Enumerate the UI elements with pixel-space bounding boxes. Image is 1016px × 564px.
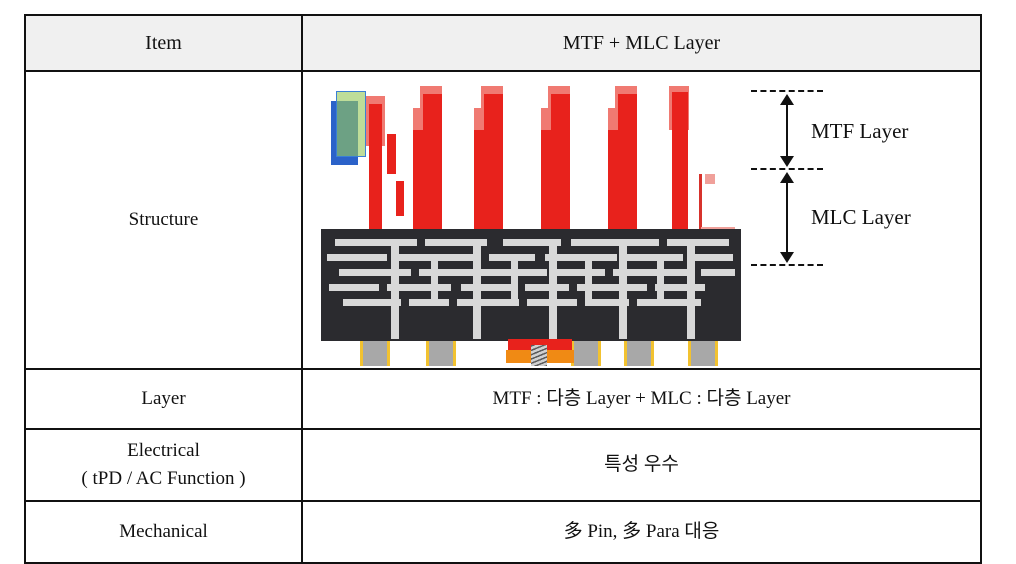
table-row-electrical: Electrical ( tPD / AC Function ) 특성 우수: [24, 428, 982, 502]
table-header-row: Item MTF + MLC Layer: [24, 14, 982, 72]
mtf-mlc-cross-section-diagram: MTF Layer MLC Layer: [303, 74, 982, 366]
highlighted-component-selection-box: [336, 91, 366, 157]
table-row-layer: Layer MTF : 다층 Layer + MLC : 다층 Layer: [24, 368, 982, 430]
structure-diagram-cell: MTF Layer MLC Layer: [301, 70, 982, 370]
mlc-arrow-head-down: [780, 252, 794, 263]
page-root: Item MTF + MLC Layer Structure MTF Layer…: [0, 0, 1016, 564]
mtf-pillar-3: [484, 94, 503, 234]
mtf-layer-label: MTF Layer: [809, 116, 911, 147]
header-cell-value: MTF + MLC Layer: [301, 14, 982, 72]
dim-dash-bottom: [751, 264, 823, 266]
row-value-electrical: 특성 우수: [301, 428, 982, 502]
row-label-layer: Layer: [24, 368, 303, 430]
row-label-structure: Structure: [24, 70, 303, 370]
mlc-dim-line: [786, 180, 788, 256]
spec-table: Item MTF + MLC Layer Structure MTF Layer…: [24, 14, 982, 564]
mtf-pillar-4b: [541, 130, 553, 234]
mtf-dim-line: [786, 102, 788, 160]
header-cell-item: Item: [24, 14, 303, 72]
table-row-mechanical: Mechanical 多 Pin, 多 Para 대응: [24, 500, 982, 564]
mtf-pillar-5: [618, 94, 637, 234]
mlc-layer-label: MLC Layer: [809, 202, 913, 233]
mtf-pillar-2: [423, 94, 442, 234]
mtf-pillar-4: [551, 94, 570, 234]
mtf-accent-top: [705, 174, 715, 184]
contact-pin-3: [571, 341, 601, 366]
mtf-pillar-2b: [413, 130, 425, 234]
contact-pin-4: [624, 341, 654, 366]
row-label-electrical-line2: ( tPD / AC Function ): [81, 468, 246, 489]
mtf-arrow-head-down: [780, 156, 794, 167]
mtf-pillar-5b: [608, 130, 620, 234]
mtf-pillar-stub-1: [387, 134, 396, 174]
row-value-layer: MTF : 다층 Layer + MLC : 다층 Layer: [301, 368, 982, 430]
contact-pin-2: [426, 341, 456, 366]
row-value-mechanical: 多 Pin, 多 Para 대응: [301, 500, 982, 564]
pogo-pin-spring: [531, 345, 547, 366]
row-label-electrical-line1: Electrical: [127, 440, 200, 462]
row-label-mechanical: Mechanical: [24, 500, 303, 564]
mtf-pillar-3b: [474, 130, 486, 234]
layer-dimension-annotations: MTF Layer MLC Layer: [751, 82, 941, 282]
mtf-pillar-stub-2: [396, 181, 404, 216]
mlc-substrate: [321, 229, 741, 341]
dim-dash-top: [751, 90, 823, 92]
contact-pin-5: [688, 341, 718, 366]
table-row-structure: Structure MTF Layer MLC Layer: [24, 70, 982, 370]
dim-dash-middle: [751, 168, 823, 170]
mtf-pillar-6: [672, 92, 688, 234]
mtf-pillar-1: [369, 104, 382, 232]
row-label-electrical: Electrical ( tPD / AC Function ): [24, 428, 303, 502]
contact-pin-1: [360, 341, 390, 366]
